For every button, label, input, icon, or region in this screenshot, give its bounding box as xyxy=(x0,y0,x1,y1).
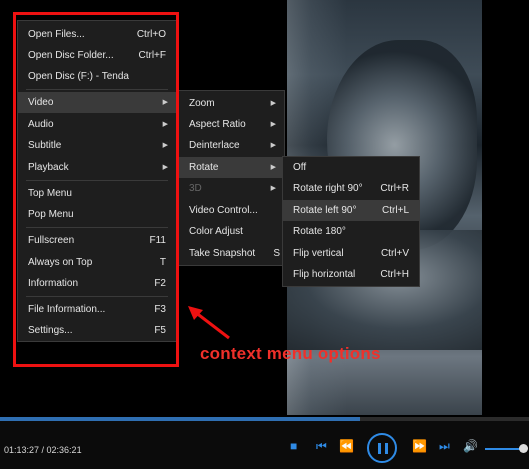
menu-item-open-files[interactable]: Open Files... Ctrl+O xyxy=(18,24,176,45)
menu-separator xyxy=(26,89,168,90)
menu-item-audio[interactable]: Audio ▶ xyxy=(18,114,176,135)
submenu-arrow-icon: ▶ xyxy=(270,121,276,128)
submenu-item-zoom[interactable]: Zoom ▶ xyxy=(179,93,284,114)
submenu-item-3d: 3D ▶ xyxy=(179,178,284,199)
annotation-arrow-icon xyxy=(188,306,230,340)
rotate-item-flip-vertical[interactable]: Flip vertical Ctrl+V xyxy=(283,243,419,264)
menu-item-always-on-top[interactable]: Always on Top T xyxy=(18,252,176,273)
menu-separator xyxy=(26,296,168,297)
control-bar: 01:13:27 / 02:36:21 ■ ⏮ ⏪ ⏩ ⏭ 🔊 xyxy=(0,421,529,469)
menu-item-pop-menu[interactable]: Pop Menu xyxy=(18,204,176,225)
volume-knob[interactable] xyxy=(519,444,528,453)
submenu-arrow-icon: ▶ xyxy=(270,164,276,171)
prev-icon[interactable]: ⏮ xyxy=(316,439,327,453)
context-menu: Open Files... Ctrl+O Open Disc Folder... C… xyxy=(17,20,177,342)
menu-item-playback[interactable]: Playback ▶ xyxy=(18,157,176,178)
time-display: 01:13:27 / 02:36:21 xyxy=(4,445,82,455)
volume-icon[interactable]: 🔊 xyxy=(463,439,478,453)
submenu-item-rotate[interactable]: Rotate ▶ xyxy=(179,157,284,178)
menu-item-open-disc-folder[interactable]: Open Disc Folder... Ctrl+F xyxy=(18,45,176,66)
rotate-submenu: Off Rotate right 90° Ctrl+R Rotate left 9… xyxy=(282,156,420,287)
rewind-icon[interactable]: ⏪ xyxy=(339,439,354,453)
menu-item-information[interactable]: Information F2 xyxy=(18,273,176,294)
video-submenu: Zoom ▶ Aspect Ratio ▶ Deinterlace ▶ Rotate ▶… xyxy=(178,90,285,266)
submenu-item-color-adjust[interactable]: Color Adjust xyxy=(179,221,284,242)
submenu-arrow-icon: ▶ xyxy=(270,185,276,192)
menu-item-subtitle[interactable]: Subtitle ▶ xyxy=(18,135,176,156)
submenu-item-aspect-ratio[interactable]: Aspect Ratio ▶ xyxy=(179,114,284,135)
menu-item-video[interactable]: Video ▶ xyxy=(18,92,176,113)
submenu-item-take-snapshot[interactable]: Take Snapshot S xyxy=(179,243,284,264)
submenu-arrow-icon: ▶ xyxy=(162,121,168,128)
menu-item-fullscreen[interactable]: Fullscreen F11 xyxy=(18,230,176,251)
submenu-arrow-icon: ▶ xyxy=(270,100,276,107)
submenu-item-deinterlace[interactable]: Deinterlace ▶ xyxy=(179,135,284,156)
pause-icon[interactable] xyxy=(367,433,397,463)
menu-item-top-menu[interactable]: Top Menu xyxy=(18,183,176,204)
submenu-arrow-icon: ▶ xyxy=(162,164,168,171)
rotate-item-right-90[interactable]: Rotate right 90° Ctrl+R xyxy=(283,178,419,199)
menu-separator xyxy=(26,180,168,181)
forward-icon[interactable]: ⏩ xyxy=(412,439,427,453)
volume-slider[interactable] xyxy=(485,444,528,453)
menu-separator xyxy=(26,227,168,228)
submenu-arrow-icon: ▶ xyxy=(162,142,168,149)
submenu-arrow-icon: ▶ xyxy=(162,99,168,106)
rotate-item-off[interactable]: Off xyxy=(283,157,419,178)
menu-item-open-disc[interactable]: Open Disc (F:) - Tenda xyxy=(18,66,176,87)
rotate-item-left-90[interactable]: Rotate left 90° Ctrl+L xyxy=(283,200,419,221)
menu-item-settings[interactable]: Settings... F5 xyxy=(18,320,176,341)
submenu-item-video-control[interactable]: Video Control... xyxy=(179,200,284,221)
menu-item-file-information[interactable]: File Information... F3 xyxy=(18,299,176,320)
next-icon[interactable]: ⏭ xyxy=(439,439,450,453)
rotate-item-180[interactable]: Rotate 180° xyxy=(283,221,419,242)
stop-icon[interactable]: ■ xyxy=(290,439,297,453)
rotate-item-flip-horizontal[interactable]: Flip horizontal Ctrl+H xyxy=(283,264,419,285)
annotation-label: context menu options xyxy=(200,344,381,363)
submenu-arrow-icon: ▶ xyxy=(270,142,276,149)
